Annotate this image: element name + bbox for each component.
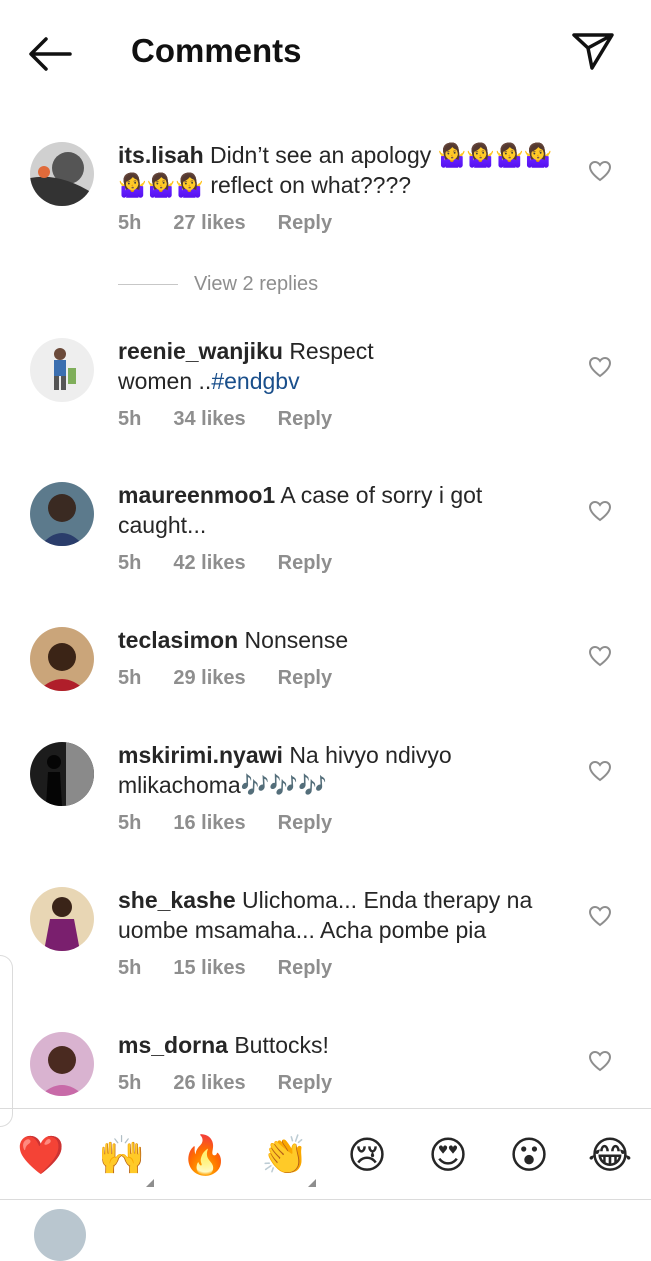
like-button[interactable]	[588, 500, 612, 522]
comment-body: Buttocks!	[234, 1032, 329, 1058]
comment-text: reenie_wanjiku Respect women ..#endgbv	[118, 336, 408, 396]
view-replies-label: View 2 replies	[194, 273, 319, 295]
emoji-heart-eyes-button[interactable]: 😍	[423, 1131, 473, 1181]
shrug-emoji: 🤷‍♀️	[437, 142, 467, 168]
reply-button[interactable]: Reply	[278, 1072, 332, 1094]
likes-count[interactable]: 16 likes	[173, 812, 245, 834]
heart-icon	[588, 356, 612, 378]
likes-count[interactable]: 34 likes	[173, 408, 245, 430]
emoji-surprised-button[interactable]: 😮	[504, 1131, 554, 1181]
music-emoji: 🎶🎶🎶	[240, 772, 327, 798]
like-button[interactable]	[588, 760, 612, 782]
username[interactable]: its.lisah	[118, 142, 204, 168]
heart-icon	[588, 1050, 612, 1072]
comment-meta: 5h 27 likes Reply	[118, 212, 364, 235]
username[interactable]: she_kashe	[118, 887, 236, 913]
side-panel-edge	[0, 955, 13, 1127]
comment-text: she_kashe Ulichoma... Enda therapy na uo…	[118, 885, 558, 945]
shrug-emoji: 🤷‍♀️	[118, 172, 147, 198]
emoji-heart-button[interactable]: ❤️	[16, 1131, 66, 1181]
comment-text: teclasimon Nonsense	[118, 625, 558, 655]
reply-button[interactable]: Reply	[278, 212, 332, 234]
comment-time: 5h	[118, 212, 142, 234]
heart-icon	[588, 500, 612, 522]
replies-divider	[118, 284, 178, 285]
like-button[interactable]	[588, 356, 612, 378]
like-button[interactable]	[588, 905, 612, 927]
emoji-clap-button[interactable]: 👏	[260, 1131, 310, 1181]
likes-count[interactable]: 26 likes	[173, 1072, 245, 1094]
comment-body-2: reflect on what????	[210, 172, 412, 198]
share-button[interactable]	[570, 30, 616, 72]
avatar[interactable]	[30, 627, 94, 691]
username[interactable]: reenie_wanjiku	[118, 338, 283, 364]
comment-meta: 5h 34 likes Reply	[118, 408, 364, 431]
hashtag-link[interactable]: #endgbv	[211, 368, 299, 394]
like-button[interactable]	[588, 645, 612, 667]
paper-plane-icon	[572, 33, 614, 70]
reply-button[interactable]: Reply	[278, 957, 332, 979]
comment-text: its.lisah Didn’t see an apology 🤷‍♀️🤷‍♀️…	[118, 140, 558, 200]
comment-meta: 5h 16 likes Reply	[118, 812, 364, 835]
shrug-emoji: 🤷‍♀️	[175, 172, 204, 198]
comment-time: 5h	[118, 667, 142, 689]
shrug-emoji: 🤷‍♀️	[523, 142, 553, 168]
comment-meta: 5h 15 likes Reply	[118, 957, 364, 980]
avatar[interactable]	[30, 142, 94, 206]
comment-body: Nonsense	[244, 627, 349, 653]
heart-icon	[588, 760, 612, 782]
emoji-laughing-button[interactable]: 😂	[585, 1131, 635, 1181]
username[interactable]: maureenmoo1	[118, 482, 275, 508]
reply-button[interactable]: Reply	[278, 408, 332, 430]
likes-count[interactable]: 27 likes	[173, 212, 245, 234]
shrug-emoji: 🤷‍♀️	[146, 172, 176, 198]
avatar[interactable]	[30, 338, 94, 402]
arrow-left-icon	[29, 37, 72, 71]
emoji-variant-indicator	[146, 1179, 154, 1187]
comment-text: maureenmoo1 A case of sorry i got caught…	[118, 480, 538, 540]
avatar[interactable]	[30, 742, 94, 806]
shrug-emoji: 🤷‍♀️	[466, 142, 495, 168]
avatar[interactable]	[30, 887, 94, 951]
heart-icon	[588, 905, 612, 927]
like-button[interactable]	[588, 1050, 612, 1072]
username[interactable]: teclasimon	[118, 627, 238, 653]
reply-button[interactable]: Reply	[278, 812, 332, 834]
likes-count[interactable]: 42 likes	[173, 552, 245, 574]
comment-time: 5h	[118, 812, 142, 834]
comment-text: ms_dorna Buttocks!	[118, 1030, 558, 1060]
reply-button[interactable]: Reply	[278, 552, 332, 574]
username[interactable]: ms_dorna	[118, 1032, 228, 1058]
comment-time: 5h	[118, 957, 142, 979]
emoji-raised-hands-button[interactable]: 🙌	[97, 1131, 147, 1181]
heart-icon	[588, 160, 612, 182]
page-title: Comments	[131, 32, 302, 69]
comment-meta: 5h 42 likes Reply	[118, 552, 364, 575]
comment-time: 5h	[118, 552, 142, 574]
comment-time: 5h	[118, 1072, 142, 1094]
likes-count[interactable]: 15 likes	[173, 957, 245, 979]
comment-body: Didn’t see an apology	[210, 142, 432, 168]
heart-icon	[588, 645, 612, 667]
comment-meta: 5h 29 likes Reply	[118, 667, 364, 690]
emoji-bar: ❤️ 🙌 🔥 👏 😢 😍 😮 😂	[0, 1108, 651, 1200]
header-bar: Comments	[0, 0, 651, 105]
emoji-crying-button[interactable]: 😢	[342, 1131, 392, 1181]
shrug-emoji: 🤷‍♀️	[494, 142, 524, 168]
comment-time: 5h	[118, 408, 142, 430]
avatar[interactable]	[30, 1032, 94, 1096]
comment-text: mskirimi.nyawi Na hivyo ndivyo mlikachom…	[118, 740, 498, 800]
current-user-avatar[interactable]	[34, 1209, 86, 1261]
like-button[interactable]	[588, 160, 612, 182]
avatar[interactable]	[30, 482, 94, 546]
back-button[interactable]	[26, 34, 76, 74]
emoji-fire-button[interactable]: 🔥	[180, 1131, 230, 1181]
emoji-variant-indicator	[308, 1179, 316, 1187]
likes-count[interactable]: 29 likes	[173, 667, 245, 689]
reply-button[interactable]: Reply	[278, 667, 332, 689]
comment-meta: 5h 26 likes Reply	[118, 1072, 364, 1095]
username[interactable]: mskirimi.nyawi	[118, 742, 283, 768]
